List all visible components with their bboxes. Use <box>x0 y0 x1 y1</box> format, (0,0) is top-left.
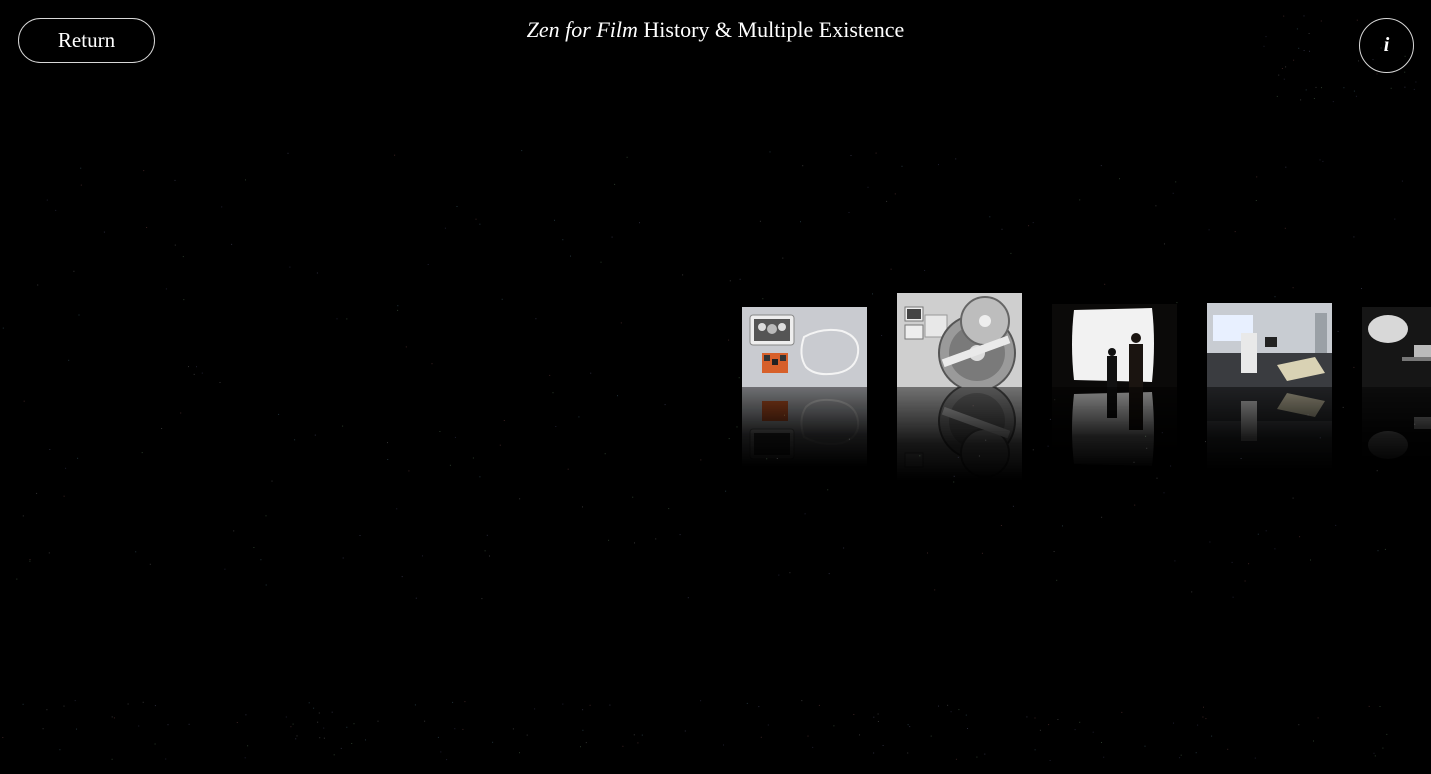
info-icon: i <box>1383 34 1390 56</box>
film-reel-photo <box>897 293 1022 387</box>
projection-silhouettes-photo <box>1052 304 1177 387</box>
gallery-item-installation-view[interactable] <box>1207 303 1332 471</box>
page-title-rest: History & Multiple Existence <box>637 17 905 42</box>
gallery-item-film-reel[interactable] <box>897 293 1022 481</box>
gallery-item-projection-viewers[interactable] <box>1052 304 1177 470</box>
installation-photo <box>1207 303 1332 387</box>
projector-photo <box>1362 307 1431 387</box>
gallery-item-projector[interactable] <box>1362 307 1431 467</box>
image-carousel[interactable] <box>0 0 1431 774</box>
page-title-italic: Zen for Film <box>526 17 638 42</box>
gallery-item-box-set-and-film[interactable] <box>742 307 867 467</box>
box-set-photo <box>742 307 867 387</box>
page-title: Zen for Film History & Multiple Existenc… <box>0 16 1431 44</box>
info-button[interactable]: i <box>1359 18 1414 73</box>
